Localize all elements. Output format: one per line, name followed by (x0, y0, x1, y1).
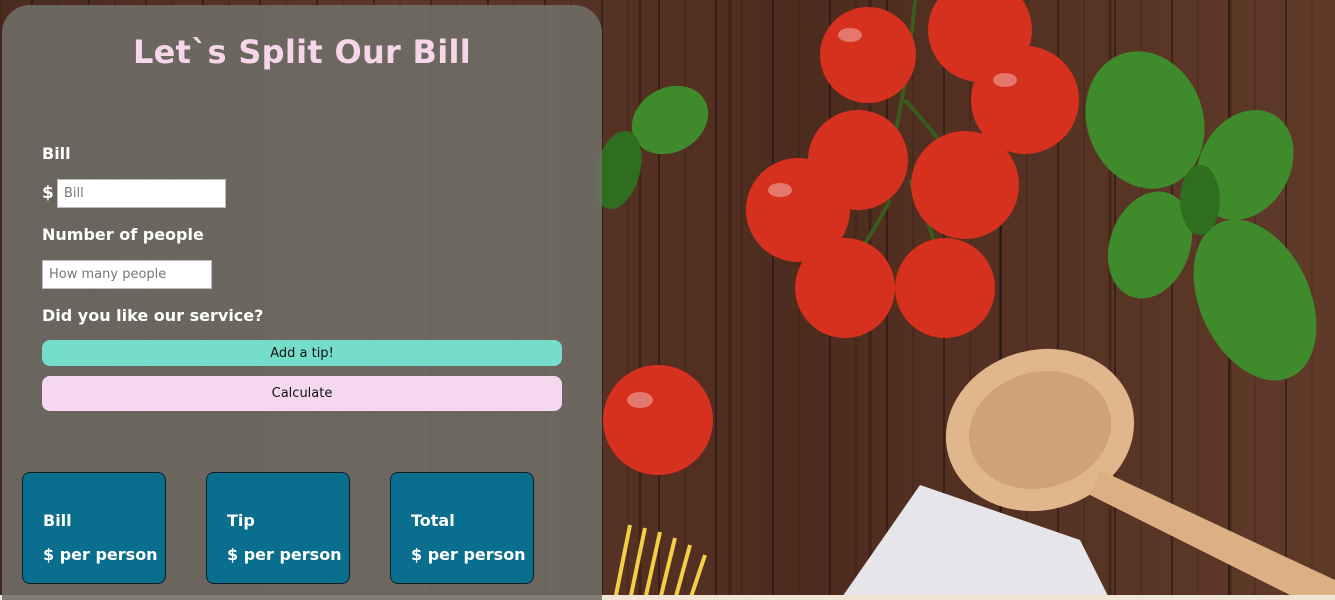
result-card-tip: Tip $ per person (206, 472, 350, 584)
result-value: $ per person (43, 545, 158, 564)
result-title: Total (411, 511, 455, 530)
bill-splitter-panel: Let`s Split Our Bill Bill $ Number of pe… (2, 5, 602, 600)
bill-label: Bill (42, 144, 71, 163)
result-value: $ per person (227, 545, 342, 564)
result-title: Tip (227, 511, 255, 530)
currency-symbol: $ (42, 183, 54, 203)
bill-input[interactable] (57, 179, 226, 208)
service-question: Did you like our service? (42, 306, 264, 325)
page-title: Let`s Split Our Bill (132, 33, 472, 71)
add-tip-button[interactable]: Add a tip! (42, 340, 562, 366)
result-value: $ per person (411, 545, 526, 564)
result-card-bill: Bill $ per person (22, 472, 166, 584)
people-label: Number of people (42, 225, 204, 244)
people-input[interactable] (42, 260, 212, 289)
result-card-total: Total $ per person (390, 472, 534, 584)
result-title: Bill (43, 511, 72, 530)
calculate-button[interactable]: Calculate (42, 376, 562, 411)
